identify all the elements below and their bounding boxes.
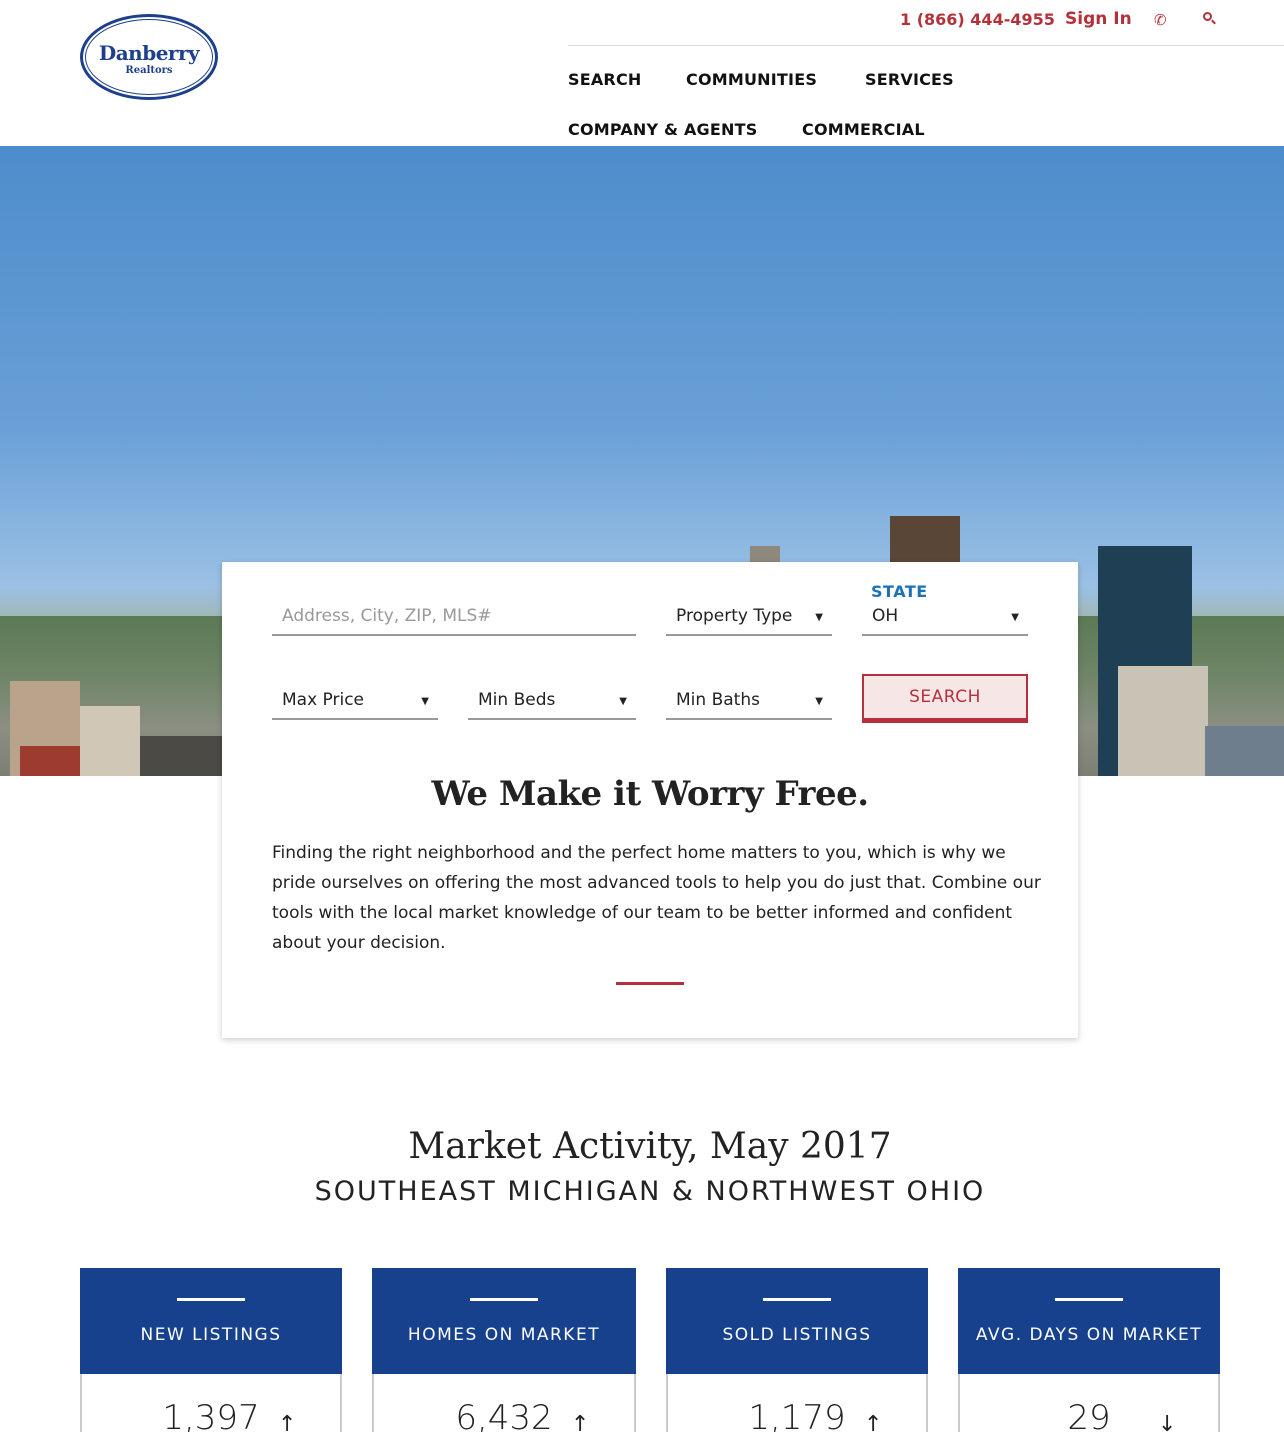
search-button[interactable]: SEARCH [862,674,1028,723]
stat-value: 1,179 [748,1398,846,1432]
stat-label: SOLD LISTINGS [722,1325,872,1345]
property-type-select[interactable]: Property Type ▼ [666,596,832,636]
market-title: Market Activity, May 2017 [408,1126,892,1167]
stat-homes-on-market: HOMES ON MARKET 6,432 ↑ [372,1268,636,1432]
search-card: Address, City, ZIP, MLS# Property Type ▼ … [222,562,1078,1038]
divider [616,982,684,985]
nav-commercial[interactable]: COMMERCIAL [802,120,925,139]
search-icon[interactable] [1202,11,1216,25]
chevron-down-icon: ▼ [815,696,823,707]
nav-company-agents[interactable]: COMPANY & AGENTS [568,120,757,139]
phone-link[interactable]: 1 (866) 444-4955 [900,10,1055,29]
arrow-up-icon: ↑ [571,1412,590,1432]
brand-logo[interactable]: Danberry Realtors [80,14,218,100]
phone-icon[interactable]: ✆ [1154,11,1167,29]
stat-sold-listings: SOLD LISTINGS 1,179 ↑ [666,1268,928,1432]
max-price-select[interactable]: Max Price ▼ [272,680,438,720]
arrow-up-icon: ↑ [864,1412,883,1432]
stat-label: HOMES ON MARKET [407,1325,601,1345]
chevron-down-icon: ▼ [1011,612,1019,623]
stat-label: NEW LISTINGS [140,1325,282,1345]
min-baths-select[interactable]: Min Baths ▼ [666,680,832,720]
stat-avg-days-on-market: AVG. DAYS ON MARKET 29 ↓ [958,1268,1220,1432]
logo-name: Danberry [98,41,200,65]
nav-services[interactable]: SERVICES [865,70,954,89]
chevron-down-icon: ▼ [421,696,429,707]
arrow-up-icon: ↑ [278,1412,297,1432]
nav-search[interactable]: SEARCH [568,70,642,89]
tagline: We Make it Worry Free. [431,774,869,814]
utility-bar: 1 (866) 444-4955 Sign In ✆ [568,8,1284,46]
address-search-input[interactable]: Address, City, ZIP, MLS# [272,596,636,636]
min-beds-select[interactable]: Min Beds ▼ [468,680,636,720]
nav-communities[interactable]: COMMUNITIES [686,70,817,89]
market-subtitle: SOUTHEAST MICHIGAN & NORTHWEST OHIO [314,1176,986,1207]
stat-value: 29 [1067,1398,1111,1432]
sign-in-link[interactable]: Sign In [1065,9,1132,29]
chevron-down-icon: ▼ [619,696,627,707]
stat-label: AVG. DAYS ON MARKET [975,1325,1203,1345]
intro-text: Finding the right neighborhood and the p… [272,843,1041,953]
chevron-down-icon: ▼ [815,612,823,623]
stat-value: 1,397 [162,1398,260,1432]
stat-value: 6,432 [455,1398,553,1432]
arrow-down-icon: ↓ [1158,1412,1177,1432]
logo-subtitle: Realtors [125,65,173,76]
stat-new-listings: NEW LISTINGS 1,397 ↑ [80,1268,342,1432]
state-select[interactable]: OH ▼ [862,596,1028,636]
